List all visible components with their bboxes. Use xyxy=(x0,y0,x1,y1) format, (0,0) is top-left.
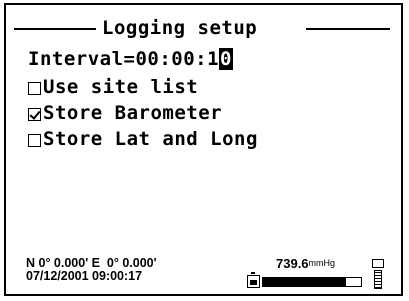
option-store-lat-long[interactable]: Store Lat and Long xyxy=(28,127,258,151)
date-time: 07/12/2001 09:00:17 xyxy=(26,269,143,283)
status-bar: N 0° 0.000' E 0° 0.000' 07/12/2001 09:00… xyxy=(26,257,157,283)
interval-value[interactable]: 00:00:1 xyxy=(135,48,219,70)
level-bar-fill xyxy=(263,278,347,286)
checkbox-use-site-list[interactable] xyxy=(28,81,41,95)
checkbox-store-lat-long[interactable] xyxy=(28,133,41,147)
title-rule-left xyxy=(14,28,96,30)
page-title: Logging setup xyxy=(102,17,258,39)
option-label-use-site-list: Use site list xyxy=(43,76,199,98)
probe-body xyxy=(374,270,382,289)
option-label-store-barometer: Store Barometer xyxy=(43,102,223,124)
option-use-site-list[interactable]: Use site list xyxy=(28,75,198,99)
interval-field[interactable]: Interval=00:00:10 xyxy=(28,47,233,71)
probe-head xyxy=(372,259,384,268)
interval-cursor[interactable]: 0 xyxy=(219,48,233,70)
pressure-unit: mmHg xyxy=(308,258,336,268)
instrument-screen: Logging setup Interval=00:00:10 Use site… xyxy=(4,3,403,296)
pressure-value: 739.6 xyxy=(276,256,309,271)
barometer-reading: 739.6mmHg xyxy=(276,257,335,270)
checkbox-store-barometer[interactable] xyxy=(28,107,41,121)
title-rule-right xyxy=(306,28,390,30)
interval-label: Interval= xyxy=(28,48,136,70)
title-row: Logging setup xyxy=(14,17,390,39)
battery-icon xyxy=(247,272,260,288)
probe-icon xyxy=(372,259,384,289)
option-store-barometer[interactable]: Store Barometer xyxy=(28,101,222,125)
level-bar xyxy=(262,277,362,287)
option-label-store-lat-long: Store Lat and Long xyxy=(43,128,258,150)
